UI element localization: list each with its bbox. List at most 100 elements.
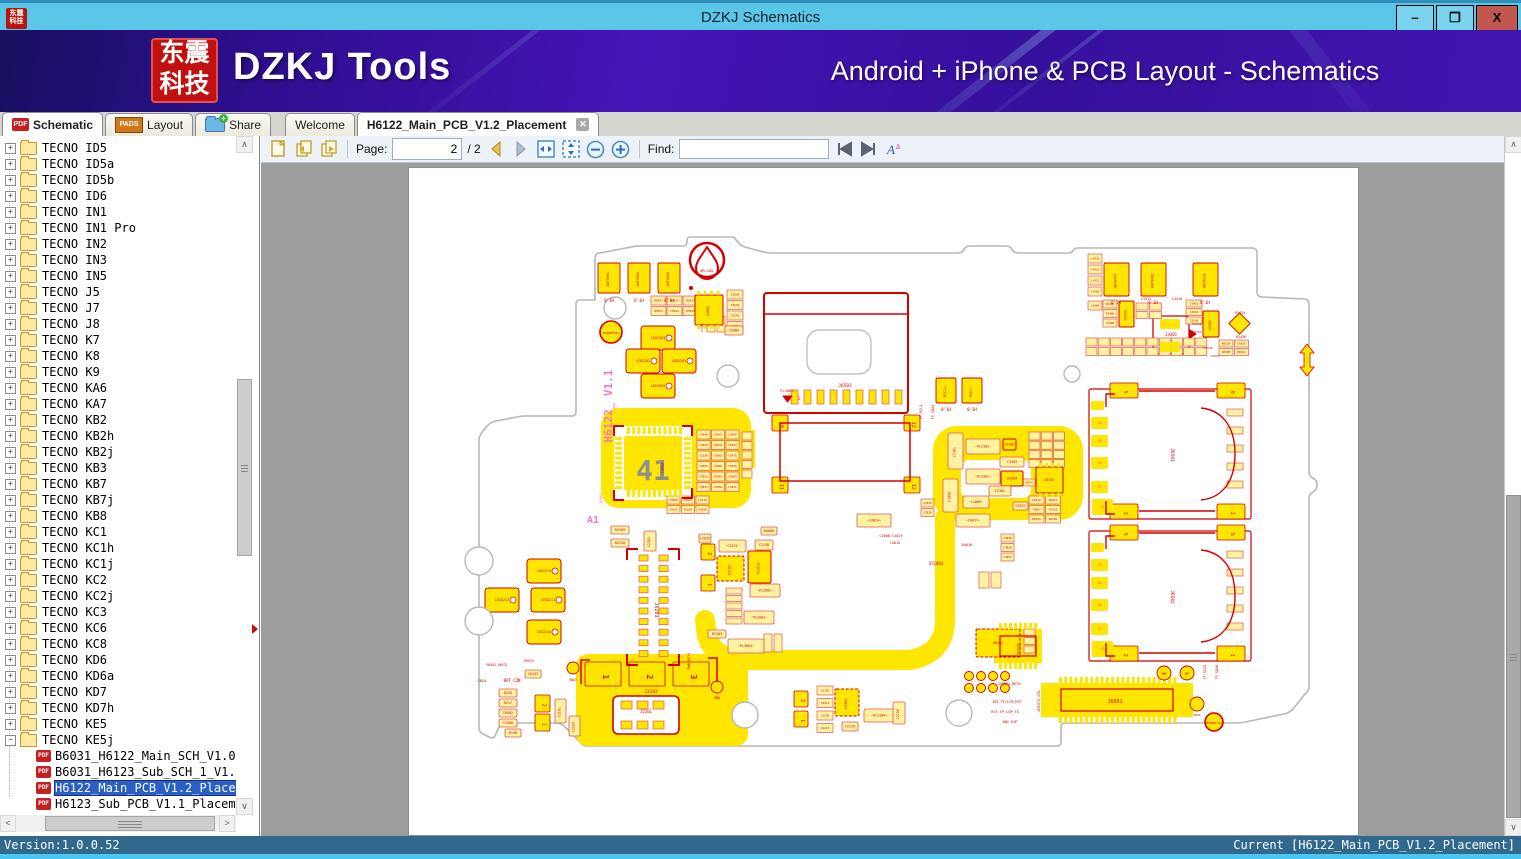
tree-item-pdf-file[interactable]: PDF B6031_H6122_Main_SCH_V1.0 (0, 748, 236, 764)
tab-layout[interactable]: PADS Layout (105, 113, 194, 136)
tree-item-folder[interactable]: + TECNO ID5a (0, 155, 236, 172)
find-next-button[interactable] (859, 139, 879, 159)
minimize-button[interactable]: – (1396, 5, 1434, 32)
tree-item-folder[interactable]: + TECNO ID5b (0, 171, 236, 188)
tree-expander-icon[interactable]: + (5, 270, 16, 282)
tree-expander-icon[interactable]: + (5, 222, 16, 234)
tree-item-folder[interactable]: + TECNO KB2h (0, 427, 236, 444)
tree-item-folder[interactable]: + TECNO J5 (0, 283, 236, 300)
tree-expander-icon[interactable]: + (5, 286, 16, 298)
tree-item-folder[interactable]: + TECNO KB2 (0, 411, 236, 428)
tree-item-folder[interactable]: + TECNO KB7 (0, 475, 236, 492)
tree-item-folder[interactable]: + TECNO J7 (0, 299, 236, 316)
tree-item-folder[interactable]: + TECNO KA7 (0, 395, 236, 412)
tree-expander-icon[interactable]: + (5, 206, 16, 218)
tree-item-pdf-file[interactable]: PDF B6031_H6123_Sub_SCH_1_V1.0 (0, 764, 236, 780)
tree-vertical-scrollbar[interactable]: ∧ ∨ (236, 136, 253, 815)
tree-item-folder[interactable]: + TECNO IN1 Pro (0, 219, 236, 236)
next-view-button[interactable] (319, 139, 339, 159)
tree-expander-icon[interactable]: + (5, 334, 16, 346)
tree-expander-icon[interactable]: + (5, 238, 16, 250)
tree-expander-icon[interactable]: + (5, 622, 16, 634)
tree-expander-icon[interactable]: + (5, 574, 16, 586)
close-button[interactable]: X (1476, 5, 1518, 32)
tree-item-folder[interactable]: + TECNO KD6 (0, 651, 236, 668)
tree-expander-icon[interactable]: + (5, 606, 16, 618)
tree-item-folder[interactable]: + TECNO KB3 (0, 459, 236, 476)
tree-item-folder[interactable]: + TECNO KC6 (0, 619, 236, 636)
tree-expander-icon[interactable]: + (5, 366, 16, 378)
scroll-left-icon[interactable]: < (0, 815, 16, 832)
tree-item-folder[interactable]: + TECNO IN1 (0, 203, 236, 220)
viewer-vertical-scrollbar[interactable]: ∧ ∨ (1504, 136, 1521, 836)
tree-item-folder[interactable]: + TECNO KD7h (0, 699, 236, 716)
tab-share[interactable]: Share (195, 113, 272, 136)
page-number-input[interactable] (392, 138, 463, 160)
tree-item-pdf-file[interactable]: PDF H6123_Sub_PCB_V1.1_Placement (0, 796, 236, 812)
zoom-out-button[interactable] (586, 139, 606, 159)
tree-expander-icon[interactable]: + (5, 382, 16, 394)
tree-expander-icon[interactable]: + (5, 670, 16, 682)
tree-item-folder[interactable]: + TECNO IN5 (0, 267, 236, 284)
tree-expander-icon[interactable]: + (5, 654, 16, 666)
tree-expander-icon[interactable]: + (5, 174, 16, 186)
tree-expander-icon[interactable]: + (5, 526, 16, 538)
scroll-down-icon[interactable]: ∨ (1505, 819, 1521, 836)
tree-item-folder[interactable]: + TECNO KD7 (0, 683, 236, 700)
tree-expander-icon[interactable]: + (5, 494, 16, 506)
tree-expander-icon[interactable]: + (5, 510, 16, 522)
tree-item-folder[interactable]: + TECNO K7 (0, 331, 236, 348)
scroll-up-icon[interactable]: ∧ (236, 136, 253, 153)
tree-item-folder[interactable]: + TECNO KB7j (0, 491, 236, 508)
tree-expander-icon[interactable]: + (5, 590, 16, 602)
panel-collapse-arrow[interactable] (252, 624, 258, 634)
tree-item-folder[interactable]: + TECNO KC2j (0, 587, 236, 604)
tree-expander-icon[interactable]: + (5, 414, 16, 426)
tree-item-folder[interactable]: + TECNO KC2 (0, 571, 236, 588)
previous-page-button[interactable] (486, 139, 506, 159)
tree-expander-icon[interactable]: + (5, 638, 16, 650)
tree-expander-icon[interactable]: + (5, 158, 16, 170)
tree-item-folder[interactable]: + TECNO KD6a (0, 667, 236, 684)
prev-view-button[interactable] (294, 139, 314, 159)
tree-item-folder[interactable]: + TECNO KC1 (0, 523, 236, 540)
find-previous-button[interactable] (834, 139, 854, 159)
doc-tab-placement[interactable]: H6122_Main_PCB_V1.2_Placement ✕ (356, 112, 600, 136)
zoom-in-button[interactable] (611, 139, 631, 159)
tree-expander-icon[interactable]: − (5, 734, 16, 746)
tree-item-folder[interactable]: + TECNO KC1j (0, 555, 236, 572)
tree-expander-icon[interactable]: + (5, 478, 16, 490)
tree-expander-icon[interactable]: + (5, 542, 16, 554)
tree-expander-icon[interactable]: + (5, 462, 16, 474)
tree-expander-icon[interactable]: + (5, 318, 16, 330)
scroll-down-icon[interactable]: ∨ (236, 798, 253, 815)
tree-item-pdf-file[interactable]: PDFH6122_Main_PCB_V1.2_Placement (0, 780, 236, 796)
tree-item-folder[interactable]: + TECNO IN2 (0, 235, 236, 252)
tree-item-folder[interactable]: + TECNO K9 (0, 363, 236, 380)
viewer-scrollbar-thumb[interactable] (1506, 495, 1521, 818)
tree-expander-icon[interactable]: + (5, 350, 16, 362)
tree-hscrollbar-thumb[interactable] (45, 816, 215, 831)
tree-item-folder[interactable]: + TECNO ID5 (0, 140, 236, 156)
tree-expander-icon[interactable]: + (5, 302, 16, 314)
doc-tab-welcome[interactable]: Welcome (285, 113, 355, 136)
tree-item-folder[interactable]: + TECNO KE5 (0, 715, 236, 732)
tree-expander-icon[interactable]: + (5, 430, 16, 442)
tree-item-folder[interactable]: + TECNO IN3 (0, 251, 236, 268)
tree-expander-icon[interactable]: + (5, 718, 16, 730)
tree-expander-icon[interactable]: + (5, 190, 16, 202)
tab-schematic[interactable]: PDF Schematic (2, 112, 104, 136)
find-input[interactable] (679, 139, 830, 159)
tree-item-folder[interactable]: + TECNO K8 (0, 347, 236, 364)
tree-expander-icon[interactable]: + (5, 702, 16, 714)
maximize-button[interactable]: ❐ (1436, 5, 1474, 32)
tree-item-folder[interactable]: + TECNO KC1h (0, 539, 236, 556)
fit-page-button[interactable] (561, 139, 581, 159)
tree-item-folder[interactable]: + TECNO J8 (0, 315, 236, 332)
doc-tab-close-icon[interactable]: ✕ (576, 118, 590, 131)
fit-width-button[interactable] (536, 139, 556, 159)
tree-item-folder[interactable]: + TECNO KC8 (0, 635, 236, 652)
tree-item-folder[interactable]: − TECNO KE5j (0, 731, 236, 748)
tree-item-folder[interactable]: + TECNO KC3 (0, 603, 236, 620)
tree-item-folder[interactable]: + TECNO ID6 (0, 187, 236, 204)
